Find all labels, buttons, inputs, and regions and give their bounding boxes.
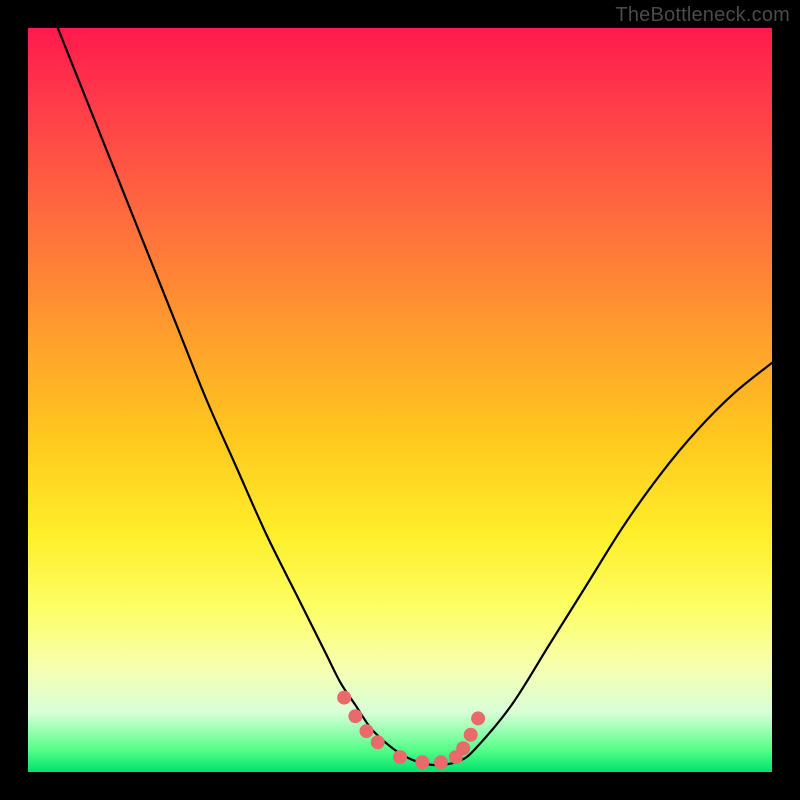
curve-layer [28,28,772,772]
marker-dot [337,691,351,705]
marker-dot [456,741,470,755]
marker-dot [471,711,485,725]
bottleneck-curve [58,28,772,765]
marker-dot [464,728,478,742]
attribution-text: TheBottleneck.com [615,4,790,27]
marker-dot [371,735,385,749]
highlight-markers [337,691,485,770]
marker-dot [415,755,429,769]
chart-frame: TheBottleneck.com [0,0,800,800]
marker-dot [360,724,374,738]
plot-area [28,28,772,772]
marker-dot [434,755,448,769]
marker-dot [348,709,362,723]
marker-dot [393,750,407,764]
